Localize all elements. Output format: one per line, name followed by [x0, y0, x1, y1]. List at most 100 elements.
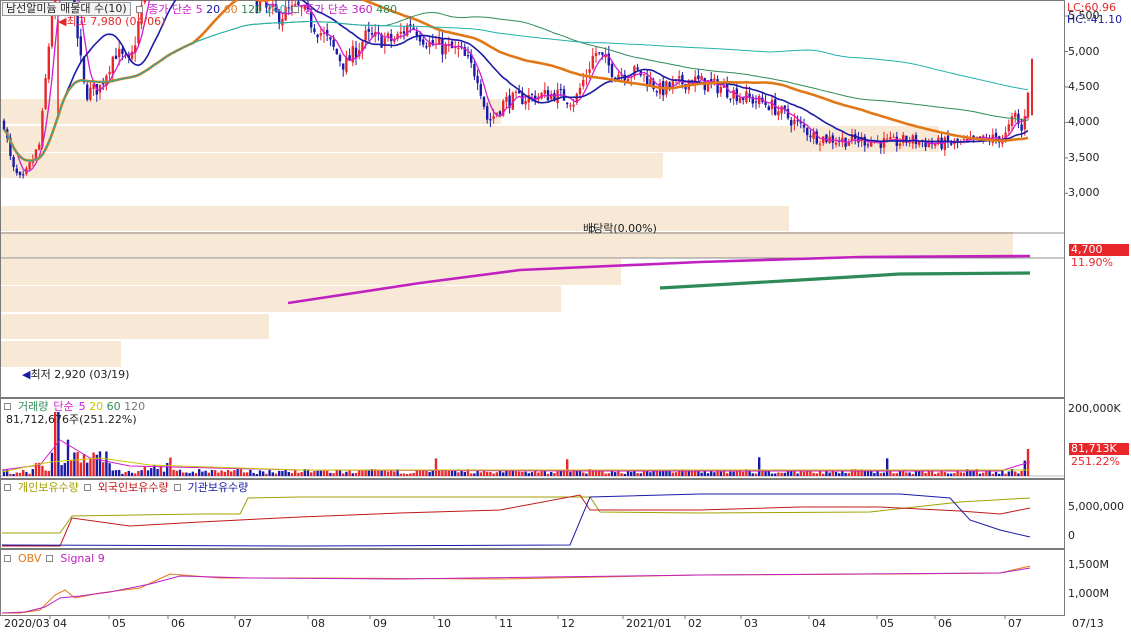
- volume-bar: [274, 473, 278, 476]
- volume-bar: [31, 469, 34, 476]
- candle-body: [777, 111, 780, 116]
- obv-legend[interactable]: OBV Signal 9: [4, 552, 105, 565]
- volume-bar: [518, 471, 521, 476]
- candle-body: [601, 52, 604, 55]
- candle-body: [441, 39, 444, 55]
- volume-bar: [412, 472, 415, 476]
- volume-bar: [12, 473, 15, 476]
- candle-body: [578, 87, 582, 95]
- legend-square-icon: [46, 555, 54, 562]
- volume-bar: [671, 472, 674, 476]
- volume-bar: [290, 473, 294, 476]
- candle-body: [636, 67, 639, 70]
- volume-bar: [255, 473, 258, 476]
- volume-bar: [495, 472, 498, 476]
- x-axis-label: 02: [688, 617, 702, 630]
- volume-bar: [950, 473, 953, 476]
- obv-legend-item[interactable]: Signal 9: [60, 552, 104, 565]
- volume-legend[interactable]: 거래량 단순 5 20 60 120: [4, 400, 145, 413]
- candle-body: [345, 57, 348, 72]
- ma-legend-group-1[interactable]: 종가 단순 5 20 60 120 240: [135, 3, 287, 16]
- holding-legend-item[interactable]: 외국인보유수량: [98, 481, 169, 494]
- candle-body: [898, 143, 902, 146]
- volume-bar: [604, 473, 607, 476]
- volume-bar: [265, 473, 268, 476]
- ma-periods: 5 20 60 120 240: [196, 3, 287, 16]
- ma-period-120: 120: [241, 2, 266, 16]
- volume-bar: [22, 470, 25, 476]
- volume-bar: [172, 469, 175, 476]
- candle-body: [313, 28, 316, 33]
- price-y-tick: 5,000: [1068, 44, 1100, 58]
- volume-bars[interactable]: [1, 412, 1064, 477]
- volume-bar: [959, 472, 962, 476]
- volume-bar: [930, 471, 934, 476]
- volume-bar: [28, 473, 31, 476]
- volume-bar: [572, 470, 575, 476]
- volume-bar: [258, 470, 262, 476]
- ma-legend-group-2[interactable]: 종가 단순 360 480: [291, 3, 397, 16]
- volume-bar: [953, 473, 956, 476]
- high-note: ◀최고 7,980 (04/06): [58, 15, 166, 28]
- change-tag: 11.90%: [1071, 256, 1113, 269]
- candle-body: [866, 144, 870, 146]
- candle-body: [566, 102, 569, 105]
- holding-legend-item[interactable]: 개인보유수량: [18, 481, 79, 494]
- volume-ma-periods: 5 20 60 120: [79, 400, 146, 413]
- volume-bar: [207, 472, 210, 476]
- x-axis-label: 07: [238, 617, 252, 630]
- volume-bar: [492, 473, 495, 476]
- obv-lines: [1, 565, 1031, 614]
- volume-bar: [1007, 471, 1010, 476]
- volume-bar: [198, 469, 201, 476]
- candle-body: [524, 100, 527, 105]
- volume-bar: [735, 470, 738, 476]
- volume-bar: [793, 471, 796, 476]
- volume-bar: [815, 473, 818, 476]
- holding-legend-item[interactable]: 기관보유수량: [188, 481, 249, 494]
- candle-body: [28, 162, 31, 169]
- legend-square-icon: [4, 555, 11, 562]
- candle-body: [796, 120, 799, 122]
- volume-profile-bar: [1, 286, 561, 312]
- volume-ma-period-120: 120: [124, 400, 146, 413]
- volume-bar: [886, 458, 889, 476]
- candle-body: [342, 63, 345, 70]
- volume-bar: [834, 471, 838, 476]
- volume-bar: [418, 470, 422, 476]
- stock-chart-canvas[interactable]: [0, 0, 1131, 635]
- x-axis-label: 04: [53, 617, 67, 630]
- candle-body: [588, 69, 591, 73]
- volume-bar: [348, 469, 351, 476]
- volume-bar: [108, 463, 111, 476]
- volume-bar: [700, 472, 703, 476]
- candle-body: [386, 33, 390, 37]
- candle-body: [22, 174, 25, 176]
- volume-bar: [633, 471, 636, 476]
- candle-body: [719, 87, 722, 93]
- volume-bar: [322, 470, 326, 476]
- chart-title-button[interactable]: 남선알미늄 매물대 수(10): [2, 2, 131, 16]
- volume-bar: [70, 459, 73, 476]
- volume-bar: [268, 469, 271, 476]
- x-axis-label: 10: [437, 617, 451, 630]
- volume-bar: [310, 472, 313, 476]
- price-y-tick: 5,500: [1068, 9, 1100, 23]
- volume-bar: [537, 472, 540, 476]
- volume-bar: [460, 470, 463, 476]
- candle-body: [476, 76, 479, 84]
- price-y-tick: 4,500: [1068, 79, 1100, 93]
- x-axis-label: 05: [880, 617, 894, 630]
- volume-bar: [9, 473, 12, 476]
- volume-bar: [908, 472, 911, 476]
- volume-bar: [166, 462, 169, 476]
- volume-bar: [252, 472, 255, 476]
- volume-bar: [79, 462, 82, 476]
- candle-body: [713, 78, 716, 81]
- candle-body: [802, 124, 806, 128]
- volume-bar: [233, 470, 236, 476]
- obv-legend-item[interactable]: OBV: [18, 552, 41, 565]
- volume-ma5-line: [1, 439, 1031, 472]
- volume-profile-bar: [1, 341, 121, 367]
- holding-legend[interactable]: 개인보유수량 외국인보유수량 기관보유수량: [4, 481, 248, 494]
